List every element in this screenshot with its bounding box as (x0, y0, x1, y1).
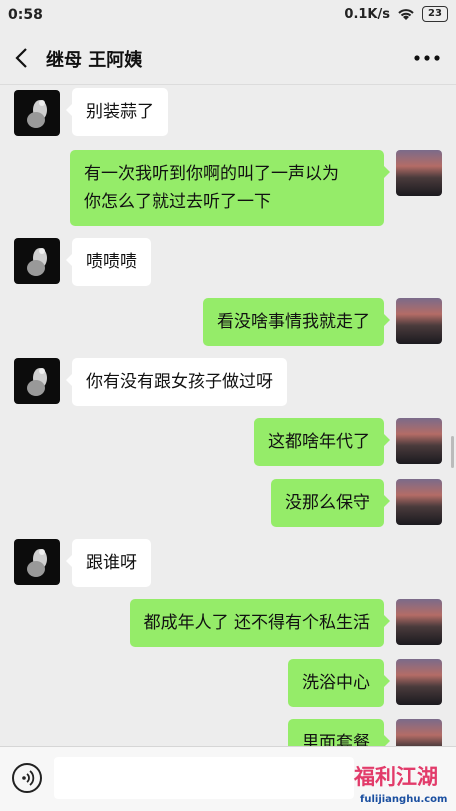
message-bubble[interactable]: 没那么保守 (271, 479, 390, 527)
message-bubble[interactable]: 有一次我听到你啊的叫了一声以为 你怎么了就过去听了一下 (70, 150, 390, 226)
message-row: 这都啥年代了 (0, 416, 456, 472)
scrollbar-thumb[interactable] (451, 436, 454, 468)
contact-avatar[interactable] (14, 238, 60, 284)
message-bubble[interactable]: 看没啥事情我就走了 (203, 298, 390, 346)
back-arrow-icon[interactable] (12, 46, 34, 70)
my-avatar[interactable] (396, 298, 442, 344)
message-row: 都成年人了 还不得有个私生活 (0, 597, 456, 653)
my-avatar[interactable] (396, 479, 442, 525)
message-bubble[interactable]: 里面套餐 (288, 719, 390, 746)
message-row: 跟谁呀 (0, 537, 456, 593)
voice-icon (22, 770, 35, 786)
site-watermark: 福利江湖 fulijianghu.com (353, 765, 447, 805)
more-options-icon[interactable] (412, 48, 442, 68)
battery-indicator: 23 (422, 6, 448, 22)
message-row: 看没啥事情我就走了 (0, 296, 456, 352)
message-bubble[interactable]: 别装蒜了 (66, 88, 168, 136)
message-row: 别装蒜了 (0, 84, 456, 144)
message-bubble[interactable]: 啧啧啧 (66, 238, 151, 286)
message-row: 里面套餐 (0, 717, 456, 746)
status-time: 0:58 (8, 7, 43, 23)
chat-messages[interactable]: 别装蒜了 有一次我听到你啊的叫了一声以为 你怎么了就过去听了一下 啧啧啧 看没啥… (0, 84, 456, 746)
wifi-icon (398, 9, 414, 20)
message-row: 你有没有跟女孩子做过呀 (0, 356, 456, 412)
my-avatar[interactable] (396, 150, 442, 196)
message-line: 有一次我听到你啊的叫了一声以为 (84, 164, 339, 184)
status-bar: 0:58 0.1K/s 23 (0, 0, 456, 32)
chat-title: 继母 王阿姨 (46, 50, 143, 71)
chat-header: 继母 王阿姨 (0, 32, 456, 85)
my-avatar[interactable] (396, 719, 442, 746)
message-row: 没那么保守 (0, 477, 456, 533)
contact-avatar[interactable] (14, 358, 60, 404)
voice-input-button[interactable] (12, 763, 42, 793)
watermark-title: 福利江湖 (353, 765, 438, 789)
my-avatar[interactable] (396, 599, 442, 645)
message-bubble[interactable]: 都成年人了 还不得有个私生活 (129, 599, 391, 647)
watermark-url: fulijianghu.com (360, 794, 447, 805)
message-bubble[interactable]: 你有没有跟女孩子做过呀 (66, 358, 287, 406)
my-avatar[interactable] (396, 659, 442, 705)
status-indicators: 0.1K/s 23 (344, 6, 448, 22)
message-row: 有一次我听到你啊的叫了一声以为 你怎么了就过去听了一下 (0, 148, 456, 228)
contact-avatar[interactable] (14, 90, 60, 136)
message-line: 你怎么了就过去听了一下 (84, 192, 271, 212)
message-input[interactable] (54, 757, 354, 799)
message-row: 洗浴中心 (0, 657, 456, 713)
message-bubble[interactable]: 这都啥年代了 (254, 418, 390, 466)
message-bubble[interactable]: 跟谁呀 (66, 539, 151, 587)
my-avatar[interactable] (396, 418, 442, 464)
network-speed: 0.1K/s (344, 6, 390, 22)
contact-avatar[interactable] (14, 539, 60, 585)
message-bubble[interactable]: 洗浴中心 (288, 659, 390, 707)
message-row: 啧啧啧 (0, 236, 456, 292)
